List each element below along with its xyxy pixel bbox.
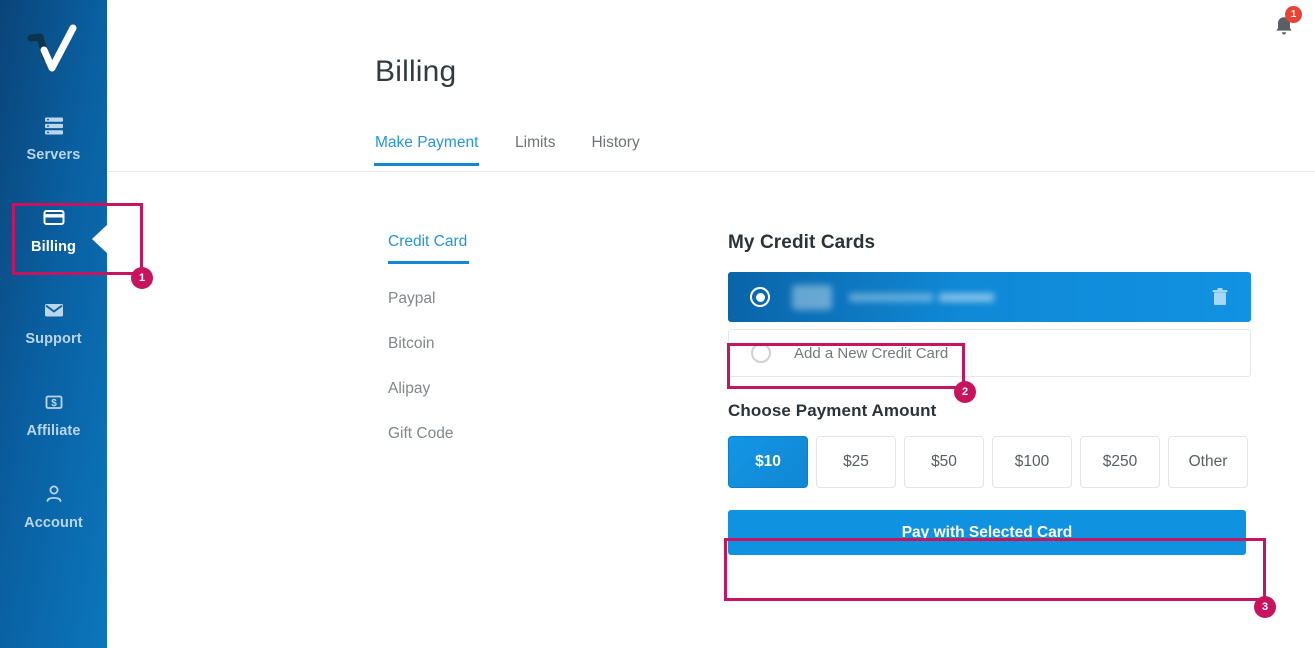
amount-option-other[interactable]: Other (1168, 436, 1248, 488)
sidebar-item-support[interactable]: Support (0, 297, 107, 347)
add-new-card-label: Add a New Credit Card (794, 344, 949, 362)
notifications-bell[interactable]: 1 (1269, 6, 1303, 42)
credit-cards-panel: My Credit Cards Add a New Credit Card Ch… (728, 232, 1251, 555)
amount-option-100[interactable]: $100 (992, 436, 1072, 488)
saved-card-radio[interactable] (750, 287, 770, 307)
annotation-badge-3: 3 (1254, 596, 1276, 618)
amount-option-250[interactable]: $250 (1080, 436, 1160, 488)
add-new-credit-card-row[interactable]: Add a New Credit Card (728, 329, 1251, 377)
my-credit-cards-heading: My Credit Cards (728, 232, 876, 253)
add-new-card-radio[interactable] (751, 343, 771, 363)
method-alipay[interactable]: Alipay (388, 379, 469, 399)
svg-text:$: $ (51, 398, 57, 409)
tab-make-payment[interactable]: Make Payment (375, 134, 479, 166)
annotation-badge-2: 2 (954, 381, 976, 403)
tab-limits[interactable]: Limits (515, 134, 555, 166)
payment-amount-options: $10 $25 $50 $100 $250 Other (728, 436, 1251, 488)
person-icon (0, 481, 107, 507)
billing-tabs: Make Payment Limits History (375, 134, 676, 166)
pay-with-selected-card-button[interactable]: Pay with Selected Card (728, 510, 1246, 555)
page-title: Billing (375, 55, 457, 88)
sidebar-item-label: Account (24, 515, 83, 531)
amount-option-25[interactable]: $25 (816, 436, 896, 488)
sidebar-item-label: Affiliate (26, 423, 81, 439)
dollar-box-icon: $ (0, 389, 107, 415)
saved-credit-card-row[interactable] (728, 272, 1251, 322)
sidebar-item-billing[interactable]: Billing (0, 205, 107, 255)
tab-history[interactable]: History (591, 134, 639, 166)
sidebar-item-account[interactable]: Account (0, 481, 107, 531)
sidebar-item-label: Support (25, 331, 82, 347)
sidebar: Servers Billing Support $ Affiliate Acco… (0, 0, 107, 648)
checkmark-logo-icon (27, 24, 77, 72)
method-credit-card[interactable]: Credit Card (388, 232, 469, 264)
app-logo[interactable] (0, 14, 107, 76)
tabs-divider (107, 171, 1315, 172)
sidebar-item-servers[interactable]: Servers (0, 113, 107, 163)
credit-card-icon (0, 205, 107, 231)
main-content: Billing Make Payment Limits History Cred… (107, 0, 1315, 648)
trash-icon[interactable] (1211, 287, 1229, 307)
annotation-arrow-1 (92, 224, 108, 254)
choose-payment-amount-heading: Choose Payment Amount (728, 401, 937, 420)
card-number-masked (849, 292, 994, 302)
envelope-icon (0, 297, 107, 323)
method-bitcoin[interactable]: Bitcoin (388, 334, 469, 354)
sidebar-item-label: Billing (31, 239, 76, 255)
sidebar-item-affiliate[interactable]: $ Affiliate (0, 389, 107, 439)
amount-option-50[interactable]: $50 (904, 436, 984, 488)
billing-page: Servers Billing Support $ Affiliate Acco… (0, 0, 1315, 648)
payment-method-list: Credit Card Paypal Bitcoin Alipay Gift C… (388, 232, 469, 469)
method-gift-code[interactable]: Gift Code (388, 424, 469, 444)
amount-option-10[interactable]: $10 (728, 436, 808, 488)
sidebar-item-label: Servers (26, 147, 81, 163)
method-paypal[interactable]: Paypal (388, 289, 469, 309)
annotation-badge-1: 1 (131, 267, 153, 289)
redacted-card-details (792, 284, 994, 310)
card-brand-icon (792, 284, 832, 310)
server-rack-icon (0, 113, 107, 139)
notification-count-badge: 1 (1285, 6, 1302, 23)
